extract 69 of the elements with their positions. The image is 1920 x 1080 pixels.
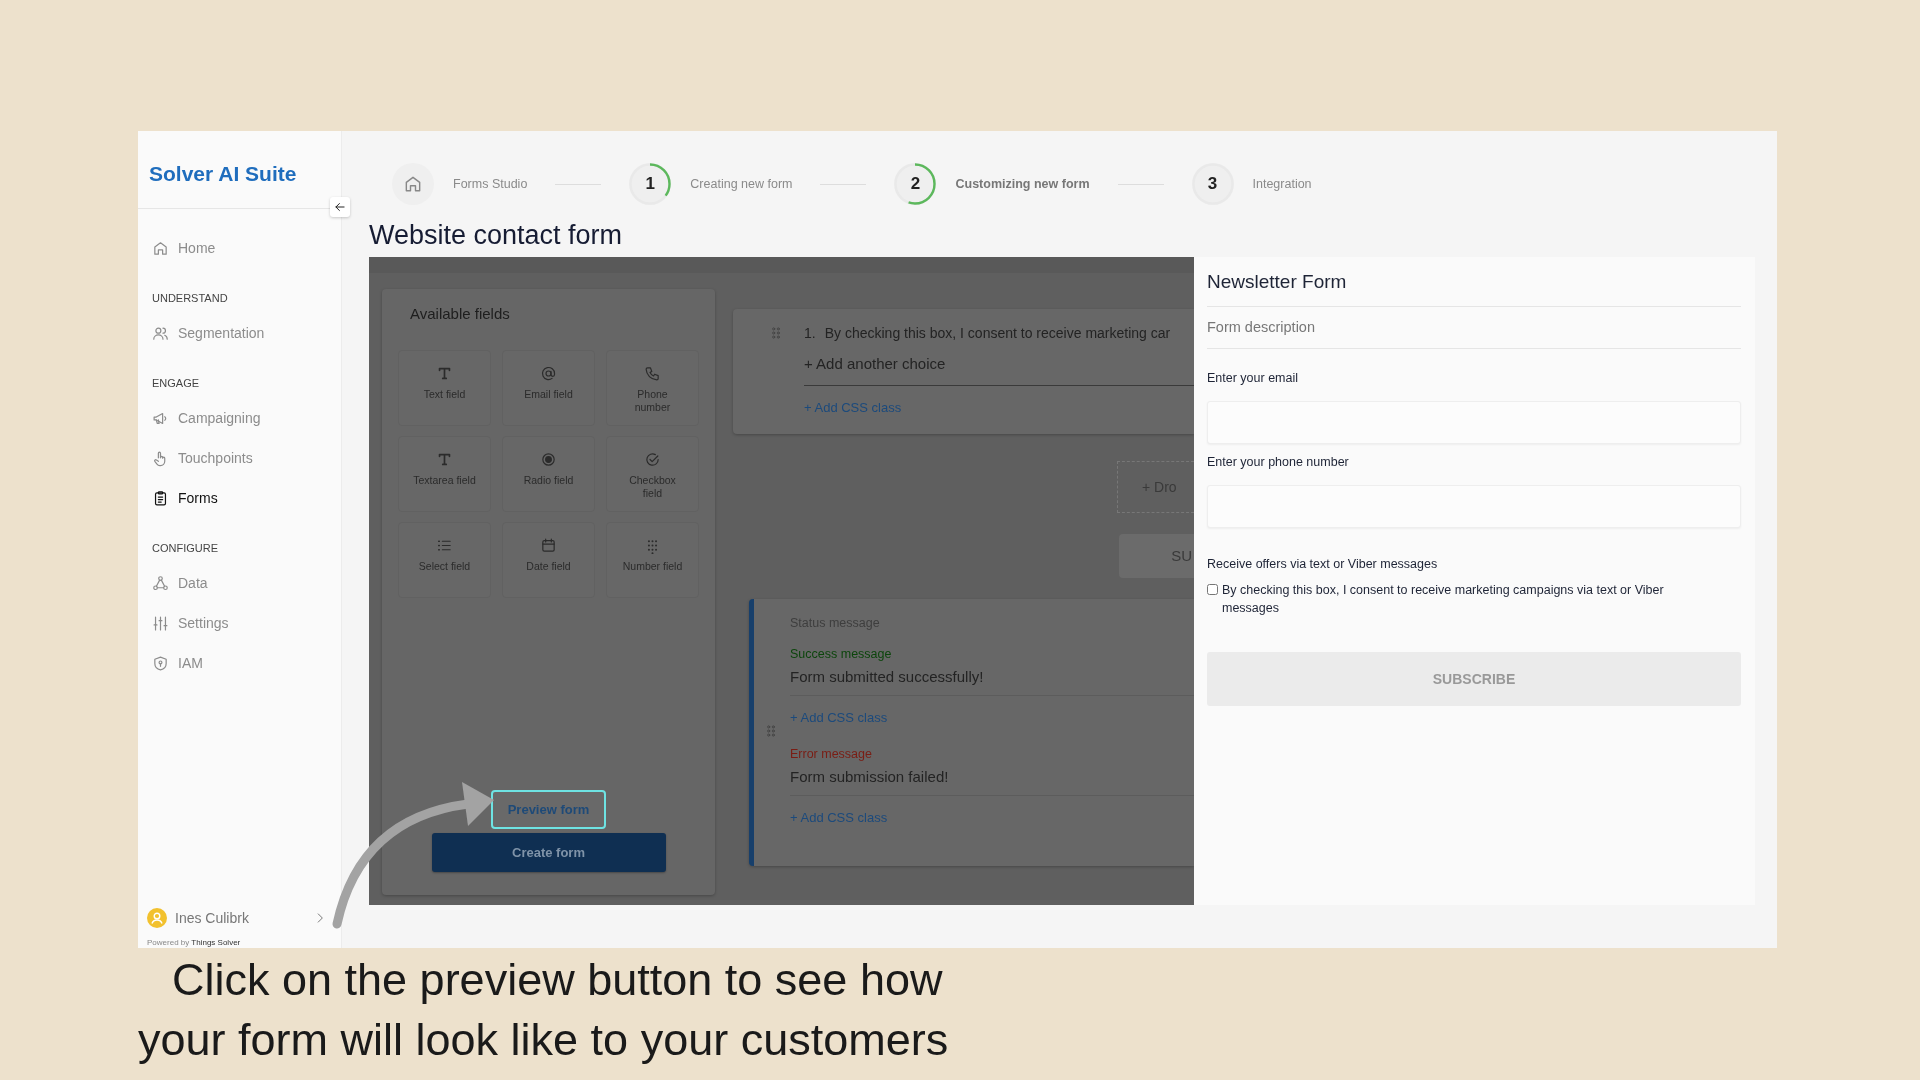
subscribe-button[interactable]: SUBSCRIBE bbox=[1207, 652, 1741, 706]
message-text: Form submission failed! bbox=[790, 765, 1194, 796]
collapse-button[interactable] bbox=[330, 197, 350, 217]
field-tile[interactable]: Select field bbox=[398, 522, 491, 598]
message-text: Form submitted successfully! bbox=[790, 665, 1194, 696]
card-title: Available fields bbox=[409, 305, 511, 323]
field-tile[interactable]: Text field bbox=[398, 350, 491, 426]
step-number: 1 bbox=[645, 173, 656, 196]
message-label: Success message bbox=[790, 646, 893, 663]
calendar-icon bbox=[540, 537, 557, 554]
step-label[interactable]: Integration bbox=[1252, 174, 1312, 194]
step-label[interactable]: Customizing new form bbox=[955, 174, 1090, 194]
caption-text: Click on the preview button to see how your form will look like to your customers bbox=[138, 953, 950, 1067]
form-title: Newsletter Form bbox=[1207, 270, 1741, 307]
preview-button[interactable]: Preview form bbox=[491, 790, 606, 829]
checkbox-label: By checking this box, I consent to receive marketing campaigns via text or Viber messages bbox=[1222, 582, 1665, 617]
home-icon bbox=[403, 174, 423, 194]
field-tile[interactable]: Date field bbox=[502, 522, 595, 598]
section-heading: CONFIGURE bbox=[151, 541, 219, 556]
create-button[interactable]: Create form bbox=[431, 833, 666, 872]
field-label: Enter your email bbox=[1207, 370, 1299, 387]
home-icon bbox=[152, 239, 169, 257]
field-tile[interactable]: Phone number bbox=[606, 350, 699, 426]
sidebar-item[interactable]: Settings bbox=[138, 603, 341, 643]
field-tile[interactable]: Radio field bbox=[502, 436, 595, 512]
check-circle-icon bbox=[644, 451, 661, 468]
page-title: Website contact form bbox=[369, 219, 624, 252]
phone-icon bbox=[644, 365, 661, 382]
powered-by-text: Powered by Things Solver bbox=[146, 938, 242, 948]
field-tile[interactable]: Textarea field bbox=[398, 436, 491, 512]
drag-handle-icon bbox=[764, 723, 778, 739]
section-heading: ENGAGE bbox=[151, 376, 201, 391]
field-label: Enter your phone number bbox=[1207, 454, 1350, 471]
letter-t-icon bbox=[436, 451, 453, 468]
field-label: Receive offers via text or Viber messages bbox=[1207, 556, 1439, 573]
sidebar-item[interactable]: Data bbox=[138, 563, 341, 603]
sidebar-item[interactable]: Campaigning bbox=[138, 398, 341, 438]
sidebar-item[interactable]: Forms bbox=[138, 478, 341, 518]
form-description: Form description bbox=[1207, 307, 1741, 349]
step-label[interactable]: Creating new form bbox=[690, 174, 793, 194]
field-tile[interactable]: Email field bbox=[502, 350, 595, 426]
step-circle[interactable]: 3 bbox=[1191, 163, 1234, 205]
sidebar-item[interactable]: Home bbox=[138, 228, 341, 268]
clipboard-icon bbox=[152, 489, 169, 507]
step-number: 3 bbox=[1207, 173, 1218, 196]
step-label[interactable]: Forms Studio bbox=[453, 174, 528, 194]
checkbox[interactable] bbox=[1207, 584, 1218, 595]
radio-icon bbox=[540, 451, 557, 468]
home-step[interactable] bbox=[392, 163, 434, 205]
field-tile[interactable]: Number field bbox=[606, 522, 699, 598]
arrow-left-icon bbox=[333, 200, 347, 214]
drag-handle-icon bbox=[769, 325, 783, 341]
nodes-icon bbox=[152, 574, 169, 592]
sidebar-item[interactable]: Segmentation bbox=[138, 313, 341, 353]
sliders-icon bbox=[152, 614, 169, 632]
step-circle[interactable]: 2 bbox=[894, 163, 937, 205]
letter-t-icon bbox=[436, 365, 453, 382]
sidebar-item[interactable]: IAM bbox=[138, 643, 341, 683]
section-heading: UNDERSTAND bbox=[151, 291, 229, 306]
avatar-icon bbox=[147, 908, 167, 928]
step-number: 2 bbox=[910, 173, 921, 196]
message-label: Error message bbox=[790, 746, 873, 763]
step-circle[interactable]: 1 bbox=[629, 163, 672, 205]
sidebar-item[interactable]: Touchpoints bbox=[138, 438, 341, 478]
user-menu[interactable]: Ines Culibrk bbox=[138, 898, 341, 938]
at-sign-icon bbox=[540, 365, 557, 382]
shield-icon bbox=[152, 654, 169, 672]
add-choice-link[interactable]: + Add another choice bbox=[804, 347, 1194, 381]
choice-number: 1. bbox=[804, 324, 816, 343]
